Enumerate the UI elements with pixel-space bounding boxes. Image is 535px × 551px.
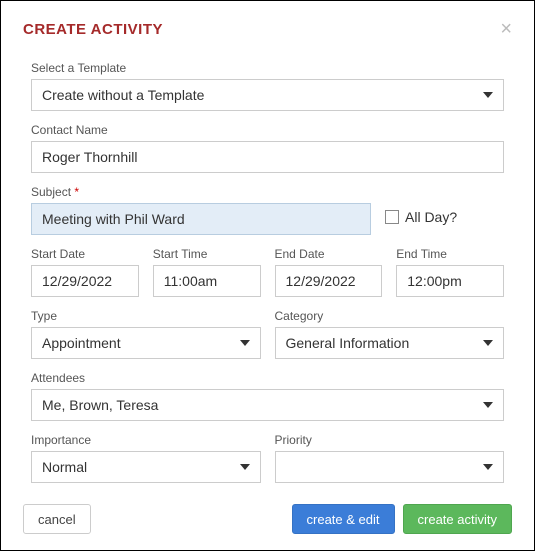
type-value: Appointment: [42, 335, 121, 351]
subject-label: Subject *: [31, 185, 371, 199]
required-mark: *: [74, 185, 79, 199]
allday-checkbox[interactable]: [385, 210, 399, 224]
template-field: Select a Template Create without a Templ…: [31, 61, 504, 111]
category-field: Category General Information: [275, 309, 505, 359]
end-date-field: End Date 12/29/2022: [275, 247, 383, 297]
importance-value: Normal: [42, 459, 87, 475]
primary-actions: create & edit create activity: [292, 504, 512, 534]
contact-label: Contact Name: [31, 123, 504, 137]
importance-field: Importance Normal: [31, 433, 261, 483]
importance-label: Importance: [31, 433, 261, 447]
type-field: Type Appointment: [31, 309, 261, 359]
priority-label: Priority: [275, 433, 505, 447]
end-time-input[interactable]: 12:00pm: [396, 265, 504, 297]
type-label: Type: [31, 309, 261, 323]
cancel-button[interactable]: cancel: [23, 504, 91, 534]
template-value: Create without a Template: [42, 87, 204, 103]
start-time-label: Start Time: [153, 247, 261, 261]
chevron-down-icon: [483, 402, 493, 408]
chevron-down-icon: [483, 340, 493, 346]
template-label: Select a Template: [31, 61, 504, 75]
importance-select[interactable]: Normal: [31, 451, 261, 483]
start-time-input[interactable]: 11:00am: [153, 265, 261, 297]
start-date-field: Start Date 12/29/2022: [31, 247, 139, 297]
contact-field: Contact Name Roger Thornhill: [31, 123, 504, 173]
dialog-title: CREATE ACTIVITY: [23, 21, 163, 38]
create-activity-button[interactable]: create activity: [403, 504, 512, 534]
start-date-label: Start Date: [31, 247, 139, 261]
category-select[interactable]: General Information: [275, 327, 505, 359]
end-date-value: 12/29/2022: [286, 273, 356, 289]
chevron-down-icon: [483, 92, 493, 98]
create-and-edit-button[interactable]: create & edit: [292, 504, 395, 534]
dialog-header: CREATE ACTIVITY ×: [23, 19, 512, 39]
contact-value: Roger Thornhill: [42, 149, 137, 165]
template-select[interactable]: Create without a Template: [31, 79, 504, 111]
close-icon[interactable]: ×: [500, 19, 512, 39]
type-select[interactable]: Appointment: [31, 327, 261, 359]
chevron-down-icon: [483, 464, 493, 470]
category-value: General Information: [286, 335, 410, 351]
priority-field: Priority: [275, 433, 505, 483]
form-area: Select a Template Create without a Templ…: [23, 61, 512, 483]
subject-field: Subject * Meeting with Phil Ward: [31, 185, 371, 235]
create-activity-dialog: CREATE ACTIVITY × Select a Template Crea…: [1, 1, 534, 513]
start-date-input[interactable]: 12/29/2022: [31, 265, 139, 297]
contact-input[interactable]: Roger Thornhill: [31, 141, 504, 173]
subject-value: Meeting with Phil Ward: [42, 211, 185, 227]
category-label: Category: [275, 309, 505, 323]
attendees-label: Attendees: [31, 371, 504, 385]
end-time-field: End Time 12:00pm: [396, 247, 504, 297]
dialog-footer: cancel create & edit create activity: [23, 504, 512, 534]
end-time-label: End Time: [396, 247, 504, 261]
start-time-field: Start Time 11:00am: [153, 247, 261, 297]
chevron-down-icon: [240, 464, 250, 470]
attendees-value: Me, Brown, Teresa: [42, 397, 158, 413]
attendees-select[interactable]: Me, Brown, Teresa: [31, 389, 504, 421]
start-date-value: 12/29/2022: [42, 273, 112, 289]
chevron-down-icon: [240, 340, 250, 346]
attendees-field: Attendees Me, Brown, Teresa: [31, 371, 504, 421]
end-date-label: End Date: [275, 247, 383, 261]
allday-field: All Day?: [385, 201, 504, 235]
priority-select[interactable]: [275, 451, 505, 483]
end-time-value: 12:00pm: [407, 273, 461, 289]
start-time-value: 11:00am: [164, 273, 217, 289]
end-date-input[interactable]: 12/29/2022: [275, 265, 383, 297]
allday-label: All Day?: [405, 209, 457, 225]
subject-input[interactable]: Meeting with Phil Ward: [31, 203, 371, 235]
